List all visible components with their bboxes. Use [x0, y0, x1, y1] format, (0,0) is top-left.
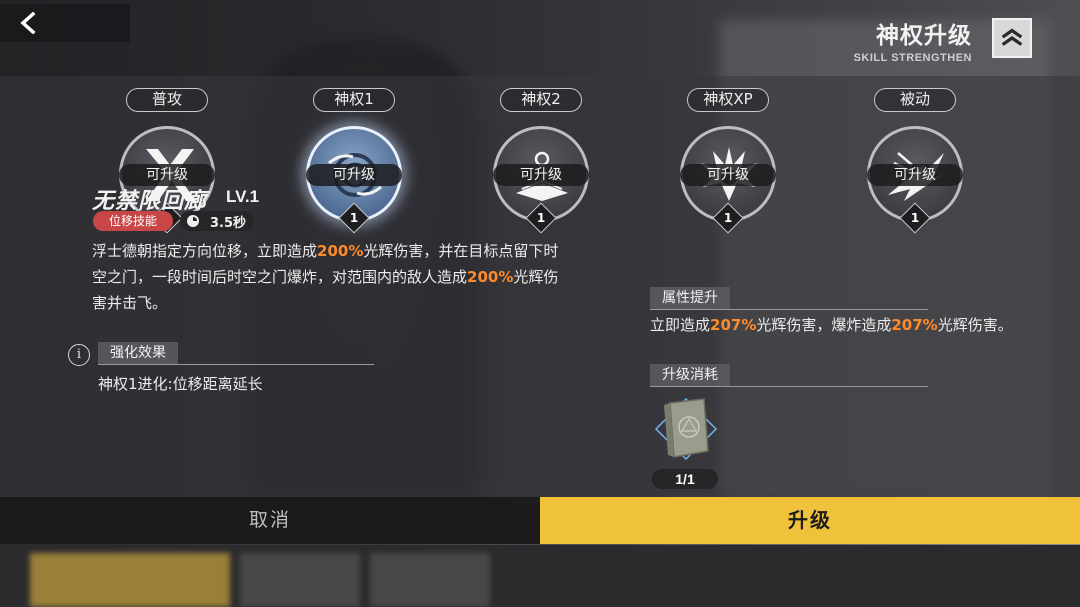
desc-highlight: 200% [467, 268, 514, 286]
cooldown-badge: 3.5秒 [180, 211, 255, 231]
chevron-left-icon [20, 12, 36, 34]
cost-label: 升级消耗 [650, 364, 730, 386]
divider [98, 364, 374, 365]
background-tab [240, 553, 360, 607]
rank-chevron-icon [992, 18, 1032, 58]
skill-book-icon [654, 397, 718, 461]
upgradable-label: 可升级 [867, 164, 963, 186]
page-title-text: 神权升级 [876, 23, 972, 49]
background-bottom-bar [0, 545, 1080, 607]
divider [650, 386, 928, 387]
attr-text: 立即造成 [650, 316, 711, 334]
background-tab [370, 553, 490, 607]
attribute-label: 属性提升 [650, 287, 730, 309]
divider [650, 309, 928, 310]
cancel-button[interactable]: 取消 [0, 497, 540, 544]
level-number: 1 [349, 211, 359, 225]
cost-count: 1/1 [652, 469, 718, 489]
skill-tab-label: 普攻 [126, 88, 208, 112]
skill-slot-passive[interactable]: 被动 可升级 1 [855, 88, 975, 238]
cost-item[interactable] [650, 393, 722, 465]
skill-tab-label: 神权2 [500, 88, 582, 112]
clock-icon [187, 215, 199, 227]
skill-slot-divine-xp[interactable]: 神权XP 可升级 1 [668, 88, 788, 238]
enhance-effect-text: 神权1进化:位移距离延长 [98, 375, 263, 393]
enhance-label: 强化效果 [98, 342, 178, 364]
back-button[interactable] [0, 4, 130, 42]
skill-description: 浮士德朝指定方向位移，立即造成200%光辉伤害，并在目标点留下时空之门，一段时间… [92, 238, 572, 316]
skill-tab-label: 神权XP [687, 88, 769, 112]
desc-highlight: 200% [317, 242, 364, 260]
cooldown-value: 3.5秒 [210, 215, 247, 231]
attribute-boost-text: 立即造成207%光辉伤害，爆炸造成207%光辉伤害。 [650, 312, 1040, 338]
skill-icon-circle[interactable]: 可升级 1 [680, 126, 776, 234]
skill-tab-label: 被动 [874, 88, 956, 112]
skill-icon-circle[interactable]: 可升级 1 [867, 126, 963, 234]
page-title: 神权升级 SKILL STRENGTHEN [854, 16, 972, 64]
skill-slot-divine-2[interactable]: 神权2 可升级 1 [481, 88, 601, 238]
skill-slot-divine-1[interactable]: 神权1 可升级 1 [294, 88, 414, 238]
attr-text: 光辉伤害。 [937, 316, 1013, 334]
attr-text: 光辉伤害，爆炸造成 [756, 316, 892, 334]
desc-text: 浮士德朝指定方向位移，立即造成 [92, 242, 318, 260]
upgradable-label: 可升级 [493, 164, 589, 186]
skill-level: LV.1 [226, 187, 260, 206]
skill-icon-circle[interactable]: 可升级 1 [306, 126, 402, 234]
info-icon[interactable]: i [68, 344, 90, 366]
attr-highlight: 207% [710, 316, 757, 334]
skill-icon-circle[interactable]: 可升级 1 [493, 126, 589, 234]
upgradable-label: 可升级 [306, 164, 402, 186]
level-number: 1 [723, 211, 733, 225]
level-number: 1 [910, 211, 920, 225]
skill-type-badge: 位移技能 [93, 211, 173, 231]
level-number: 1 [536, 211, 546, 225]
page-subtitle: SKILL STRENGTHEN [853, 52, 972, 64]
attr-highlight: 207% [891, 316, 938, 334]
upgrade-button[interactable]: 升级 [540, 497, 1080, 544]
background-tab [30, 553, 230, 607]
top-bar: 神权升级 SKILL STRENGTHEN [0, 0, 1080, 76]
upgradable-label: 可升级 [680, 164, 776, 186]
skill-tab-label: 神权1 [313, 88, 395, 112]
